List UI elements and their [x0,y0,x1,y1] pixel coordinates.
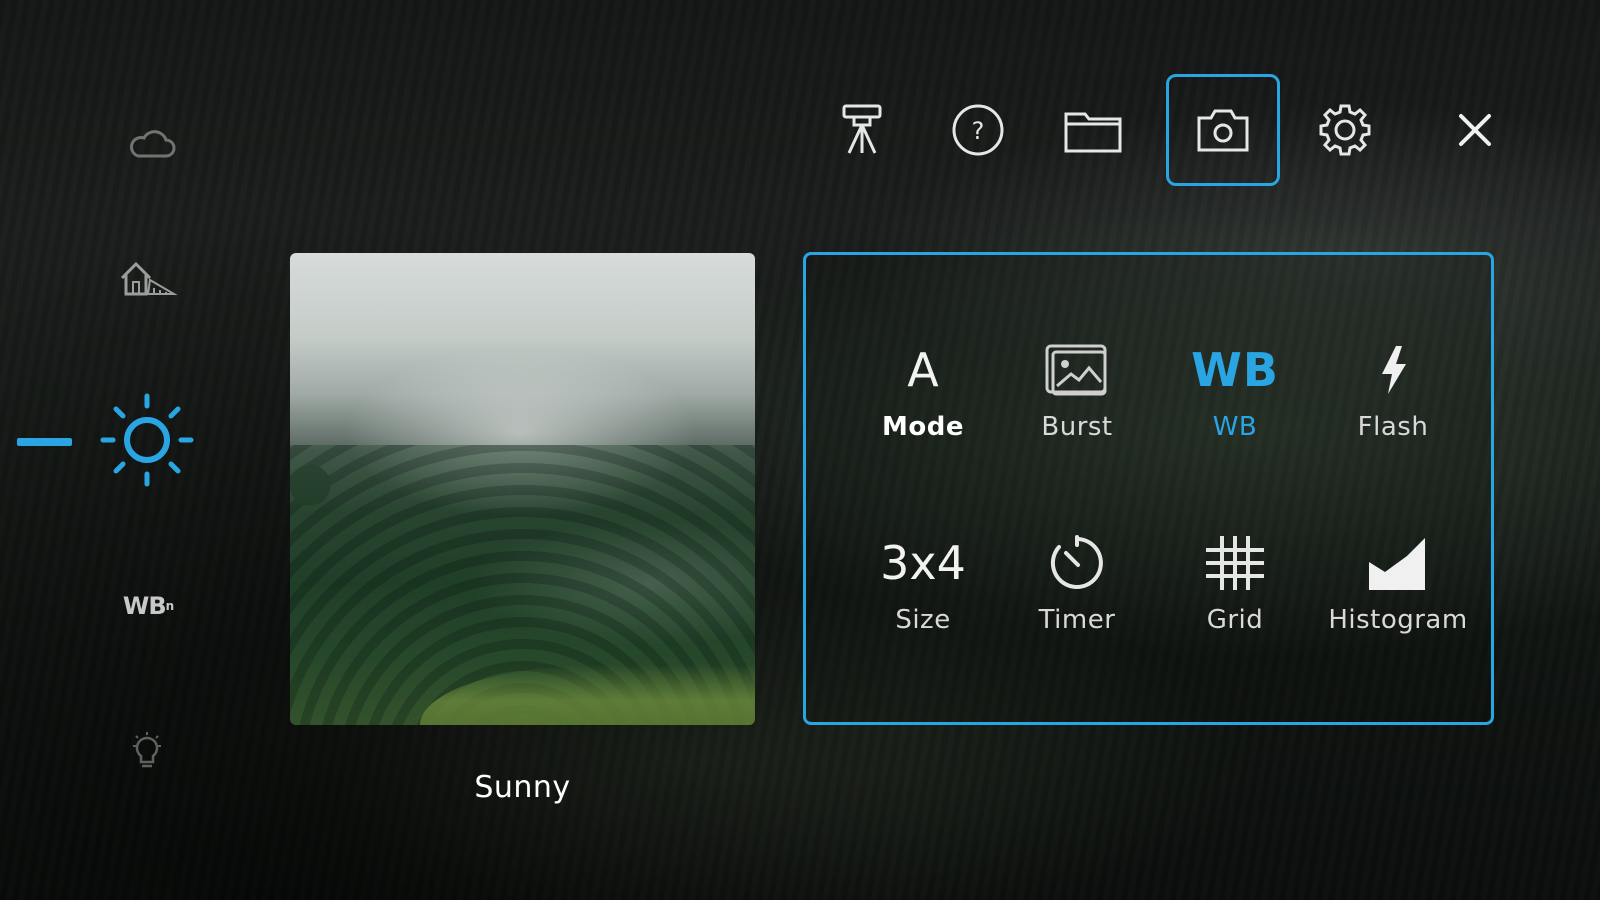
rail-item-cloudy[interactable] [128,128,176,160]
flash-icon [1382,346,1406,394]
camera-icon [1197,109,1249,152]
setting-flash-label: Flash [1357,412,1429,442]
setting-histogram-label: Histogram [1328,605,1468,635]
camera-settings-panel: A Mode Burst WB WB Flash 3x4 Size Timer … [803,252,1494,725]
help-icon: ? [952,104,1004,156]
mode-glyph: A [907,343,939,397]
setting-timer[interactable]: Timer [1002,533,1152,663]
rail-item-sunny[interactable] [97,392,197,492]
folder-icon [1064,112,1122,153]
setting-mode[interactable]: A Mode [848,340,998,470]
camera-button[interactable] [1166,74,1280,186]
setting-burst-label: Burst [1041,412,1113,442]
rail-item-tungsten[interactable] [130,732,164,772]
setting-grid-label: Grid [1206,605,1264,635]
preview-caption: Sunny [474,770,571,805]
tripod-button[interactable] [812,74,912,186]
cloud-icon [130,130,176,158]
setting-wb[interactable]: WB WB [1160,340,1310,470]
help-button[interactable]: ? [928,74,1028,186]
setting-size-label: Size [895,605,951,635]
rail-selection-indicator [17,438,72,446]
setting-timer-label: Timer [1038,605,1116,635]
setting-size[interactable]: 3x4 Size [848,533,998,663]
settings-button[interactable] [1295,74,1395,186]
folder-button[interactable] [1043,74,1143,186]
gear-icon [1319,104,1371,156]
sun-icon [100,393,194,487]
setting-grid[interactable]: Grid [1160,533,1310,663]
wb-preset-label: WB [122,592,167,620]
wb-glyph: WB [1191,343,1279,397]
bulb-icon [133,732,161,768]
size-glyph: 3x4 [880,536,966,590]
setting-mode-label: Mode [882,412,964,442]
wb-preset-sub-label: n [165,599,174,613]
help-glyph: ? [972,117,985,145]
tripod-icon [842,104,882,154]
close-button[interactable] [1425,74,1525,186]
grid-icon [1206,536,1264,590]
close-icon [1459,114,1491,146]
setting-flash[interactable]: Flash [1318,340,1468,470]
timer-icon [1050,535,1103,589]
rail-item-wb-preset[interactable]: WB n [118,590,178,622]
setting-burst[interactable]: Burst [1002,340,1152,470]
preview-image [290,253,755,725]
histogram-icon [1369,538,1425,590]
burst-icon [1045,344,1107,396]
rail-item-shade[interactable] [118,258,178,298]
home-shade-icon [120,261,178,296]
setting-histogram[interactable]: Histogram [1318,533,1478,663]
setting-wb-label: WB [1212,412,1258,442]
